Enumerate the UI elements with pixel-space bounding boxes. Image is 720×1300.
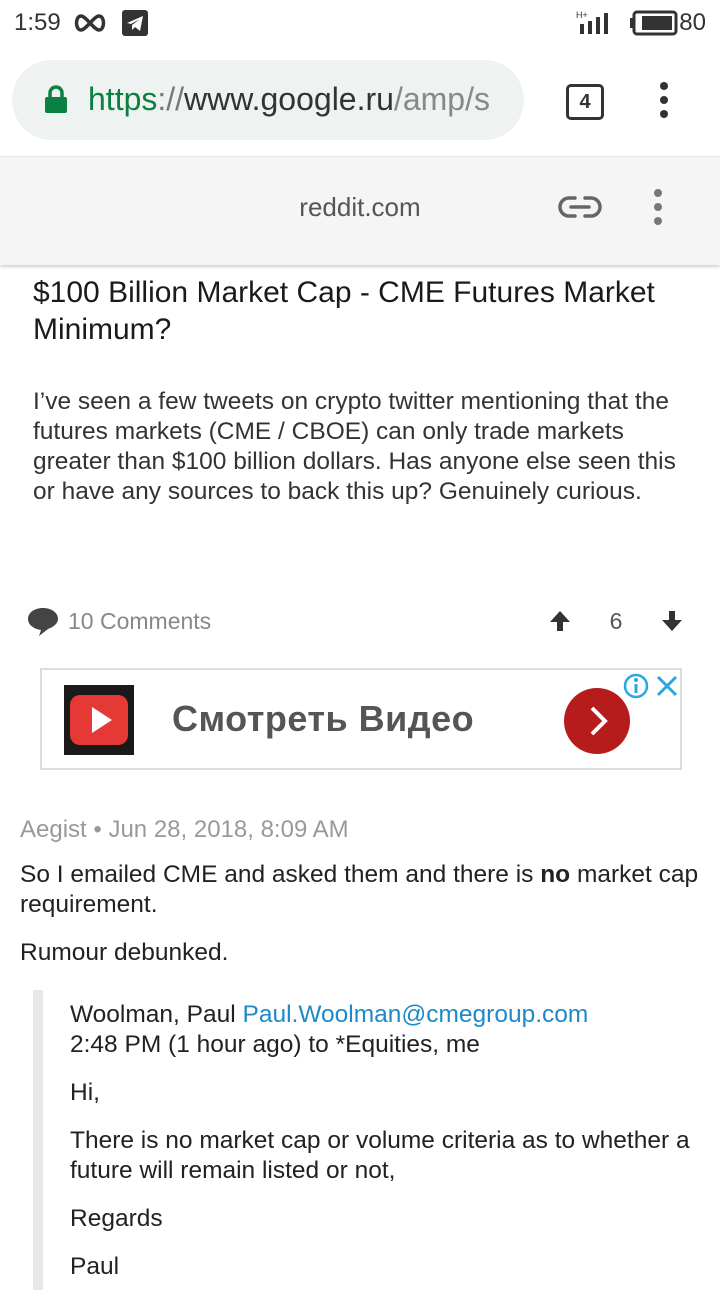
url-path: /amp/s (393, 81, 490, 117)
ad-text[interactable]: Смотреть Видео (172, 698, 474, 740)
lock-icon (44, 84, 68, 119)
comment-bold-text: no (540, 861, 571, 888)
quote-email-link[interactable]: Paul.Woolman@cmegroup.com (243, 1001, 589, 1028)
post-body: I’ve seen a few tweets on crypto twitter… (33, 388, 676, 505)
quote-sender: Woolman, Paul (70, 1001, 236, 1028)
meta-separator: • (93, 816, 102, 843)
address-bar[interactable]: https://www.google.ru/amp/s (12, 60, 524, 140)
comments-count[interactable]: 10 Comments (68, 608, 211, 635)
status-time: 1:59 (14, 9, 61, 36)
network-type-label: H+ (576, 10, 588, 20)
url-text[interactable]: https://www.google.ru/amp/s (88, 81, 516, 118)
share-menu-icon[interactable] (648, 187, 668, 232)
post-score: 6 (609, 608, 623, 634)
ad-info-icon[interactable] (622, 672, 650, 705)
quote-sent-line: 2:48 PM (1 hour ago) to *Equities, me (70, 1031, 480, 1058)
infinity-icon (72, 12, 108, 39)
amp-domain[interactable]: reddit.com (0, 192, 720, 223)
battery-level: 80 (679, 9, 706, 36)
telegram-icon (122, 10, 148, 41)
battery-icon (630, 10, 678, 41)
comment-body: So I emailed CME and asked them and ther… (20, 860, 700, 986)
browser-menu-icon[interactable] (654, 80, 674, 125)
ad-banner[interactable]: Смотреть Видео (40, 668, 682, 770)
upvote-arrow-icon[interactable] (549, 610, 571, 637)
tab-switcher-button[interactable]: 4 (566, 84, 604, 120)
link-icon[interactable] (558, 193, 602, 226)
chevron-right-icon (590, 706, 608, 736)
comment-blockquote: Woolman, Paul Paul.Woolman@cmegroup.com 2… (33, 990, 720, 1290)
status-bar: 1:59 H+ 80 (0, 0, 720, 46)
quote-greeting: Hi, (70, 1079, 100, 1106)
comment-timestamp: Jun 28, 2018, 8:09 AM (108, 816, 349, 843)
browser-toolbar: https://www.google.ru/amp/s 4 (0, 46, 720, 156)
ad-go-button[interactable] (564, 688, 630, 754)
quote-closing: Regards (70, 1205, 163, 1232)
video-play-icon (64, 685, 134, 755)
comment-text: So I emailed CME and asked them and ther… (20, 861, 541, 888)
url-scheme: https (88, 81, 158, 117)
comment-icon[interactable] (26, 606, 60, 643)
comment-paragraph: So I emailed CME and asked them and ther… (20, 860, 700, 920)
comment-author[interactable]: Aegist (20, 816, 87, 843)
downvote-arrow-icon[interactable] (661, 610, 683, 637)
post-title: $100 Billion Market Cap - CME Futures Ma… (33, 276, 655, 346)
quote-signature: Paul (70, 1253, 120, 1280)
ad-close-icon[interactable] (654, 672, 680, 705)
url-separator: :// (157, 81, 185, 117)
url-host: www.google.ru (184, 81, 394, 117)
comment-meta: Aegist • Jun 28, 2018, 8:09 AM (20, 816, 349, 844)
post-meta-row: 10 Comments 6 (0, 600, 720, 642)
signal-icon: H+ (576, 10, 616, 39)
amp-header: reddit.com (0, 156, 720, 265)
comment-paragraph: Rumour debunked. (20, 939, 229, 966)
quote-header: Woolman, Paul Paul.Woolman@cmegroup.com 2… (70, 1000, 690, 1060)
quote-body: There is no market cap or volume criteri… (70, 1127, 690, 1184)
